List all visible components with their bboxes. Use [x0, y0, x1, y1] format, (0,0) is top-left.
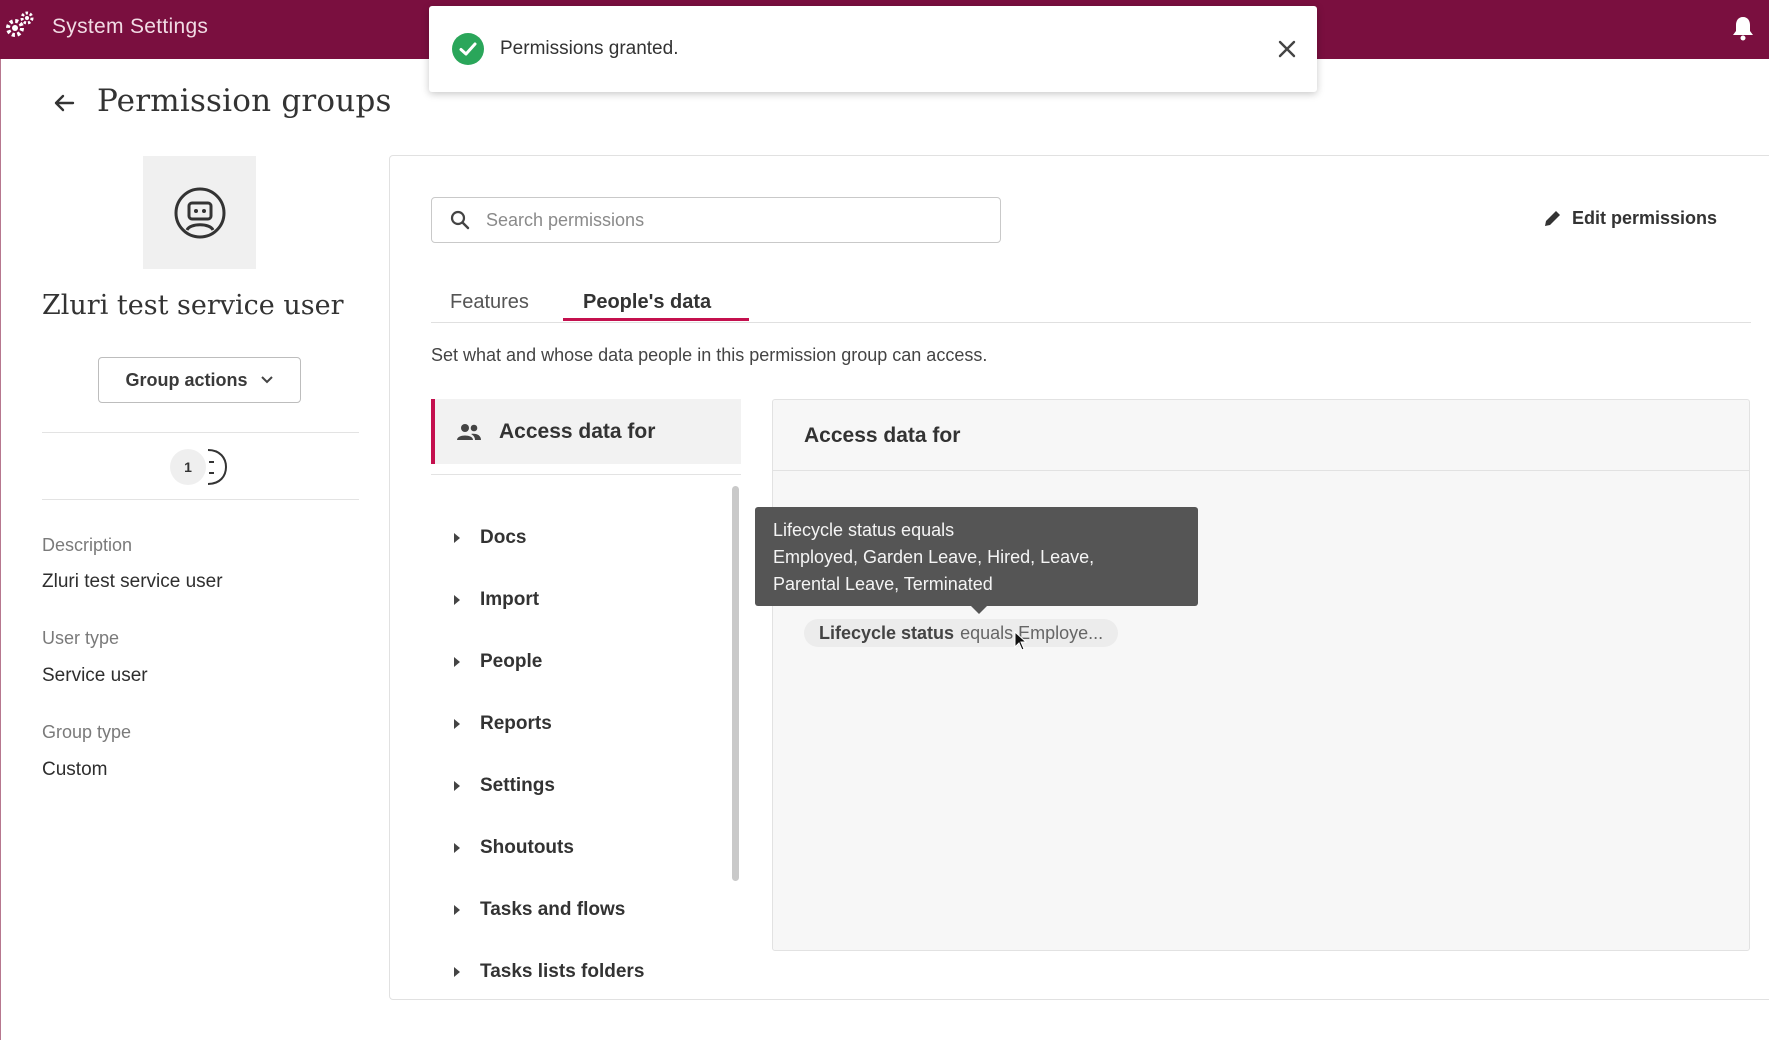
- group-actions-button[interactable]: Group actions: [98, 357, 301, 403]
- nav-item-label: Import: [480, 589, 540, 610]
- caret-right-icon: [454, 843, 460, 853]
- sidebar-divider: [42, 499, 359, 500]
- caret-right-icon: [454, 657, 460, 667]
- app-title: System Settings: [52, 15, 209, 38]
- panel-title: Access data for: [804, 424, 961, 447]
- nav-item-label: Shoutouts: [480, 837, 574, 858]
- mouse-cursor-icon: [1014, 631, 1028, 651]
- description-label: Description: [42, 535, 133, 555]
- filter-tooltip: Lifecycle status equals Employed, Garden…: [755, 507, 1198, 614]
- active-tab-indicator: [563, 318, 749, 321]
- group-type-value: Custom: [42, 759, 108, 780]
- page-title: Permission groups: [97, 83, 392, 119]
- notification-bell-icon[interactable]: [1731, 15, 1755, 41]
- sidebar-divider: [42, 432, 359, 433]
- member-count[interactable]: 1: [170, 447, 230, 487]
- nav-item-tasks-and-flows[interactable]: Tasks and flows: [454, 895, 625, 925]
- nav-item-label: Settings: [480, 775, 555, 796]
- access-data-panel: Access data for: [772, 399, 1750, 951]
- tooltip-line: Parental Leave, Terminated: [773, 574, 993, 594]
- panel-header: Access data for: [773, 400, 1749, 471]
- robot-icon: [174, 187, 225, 238]
- settings-gears-icon[interactable]: [2, 8, 36, 42]
- nav-item-tasks-lists-folders[interactable]: Tasks lists folders: [454, 957, 644, 987]
- lifecycle-status-filter-chip[interactable]: Lifecycle status equals Employe...: [804, 619, 1119, 647]
- nav-item-label: Tasks and flows: [480, 899, 626, 920]
- nav-item-label: Reports: [480, 713, 552, 734]
- tooltip-line: Lifecycle status equals: [773, 520, 955, 540]
- chip-field: Lifecycle status: [819, 622, 955, 643]
- nav-item-reports[interactable]: Reports: [454, 709, 552, 739]
- search-box[interactable]: [431, 197, 1001, 243]
- nav-item-access-data-for[interactable]: Access data for: [431, 399, 741, 464]
- group-actions-label: Group actions: [125, 369, 248, 390]
- tooltip-line: Employed, Garden Leave, Hired, Leave,: [773, 547, 1095, 567]
- tooltip-arrow: [971, 606, 987, 614]
- caret-right-icon: [454, 967, 460, 977]
- chip-condition: equals Employe...: [960, 622, 1104, 643]
- caret-right-icon: [454, 533, 460, 543]
- tab-peoples-data[interactable]: People's data: [583, 291, 711, 314]
- nav-item-docs[interactable]: Docs: [454, 523, 526, 553]
- search-icon: [450, 210, 470, 230]
- toast-message: Permissions granted.: [500, 38, 679, 59]
- user-type-label: User type: [42, 628, 120, 648]
- nav-header-label: Access data for: [499, 419, 656, 443]
- user-type-value: Service user: [42, 665, 148, 686]
- nav-item-label: Tasks lists folders: [480, 961, 645, 982]
- people-icon: [457, 423, 481, 440]
- description-value: Zluri test service user: [42, 571, 223, 592]
- nav-divider: [431, 474, 741, 475]
- nav-item-import[interactable]: Import: [454, 585, 539, 615]
- check-circle-icon: [452, 33, 484, 65]
- nav-item-label: Docs: [480, 527, 527, 548]
- success-toast: Permissions granted.: [429, 6, 1317, 92]
- close-icon[interactable]: [1277, 39, 1297, 59]
- nav-item-shoutouts[interactable]: Shoutouts: [454, 833, 574, 863]
- group-type-label: Group type: [42, 722, 132, 742]
- group-name: Zluri test service user: [42, 290, 344, 321]
- nav-item-label: People: [480, 651, 543, 672]
- tab-features[interactable]: Features: [450, 291, 529, 314]
- back-arrow-icon[interactable]: [52, 91, 76, 115]
- edit-permissions-label: Edit permissions: [1572, 208, 1718, 228]
- caret-right-icon: [454, 905, 460, 915]
- member-count-badge: 1: [170, 449, 206, 485]
- nav-item-settings[interactable]: Settings: [454, 771, 555, 801]
- pencil-icon: [1545, 210, 1560, 226]
- caret-right-icon: [454, 595, 460, 605]
- caret-right-icon: [454, 781, 460, 791]
- search-input[interactable]: [486, 209, 966, 231]
- caret-right-icon: [454, 719, 460, 729]
- members-icon: [207, 449, 228, 485]
- nav-item-people[interactable]: People: [454, 647, 542, 677]
- section-description: Set what and whose data people in this p…: [431, 345, 988, 365]
- chevron-down-icon: [260, 376, 273, 384]
- edit-permissions-button[interactable]: Edit permissions: [1542, 208, 1717, 229]
- group-avatar: [143, 156, 256, 269]
- nav-scrollbar[interactable]: [732, 486, 739, 881]
